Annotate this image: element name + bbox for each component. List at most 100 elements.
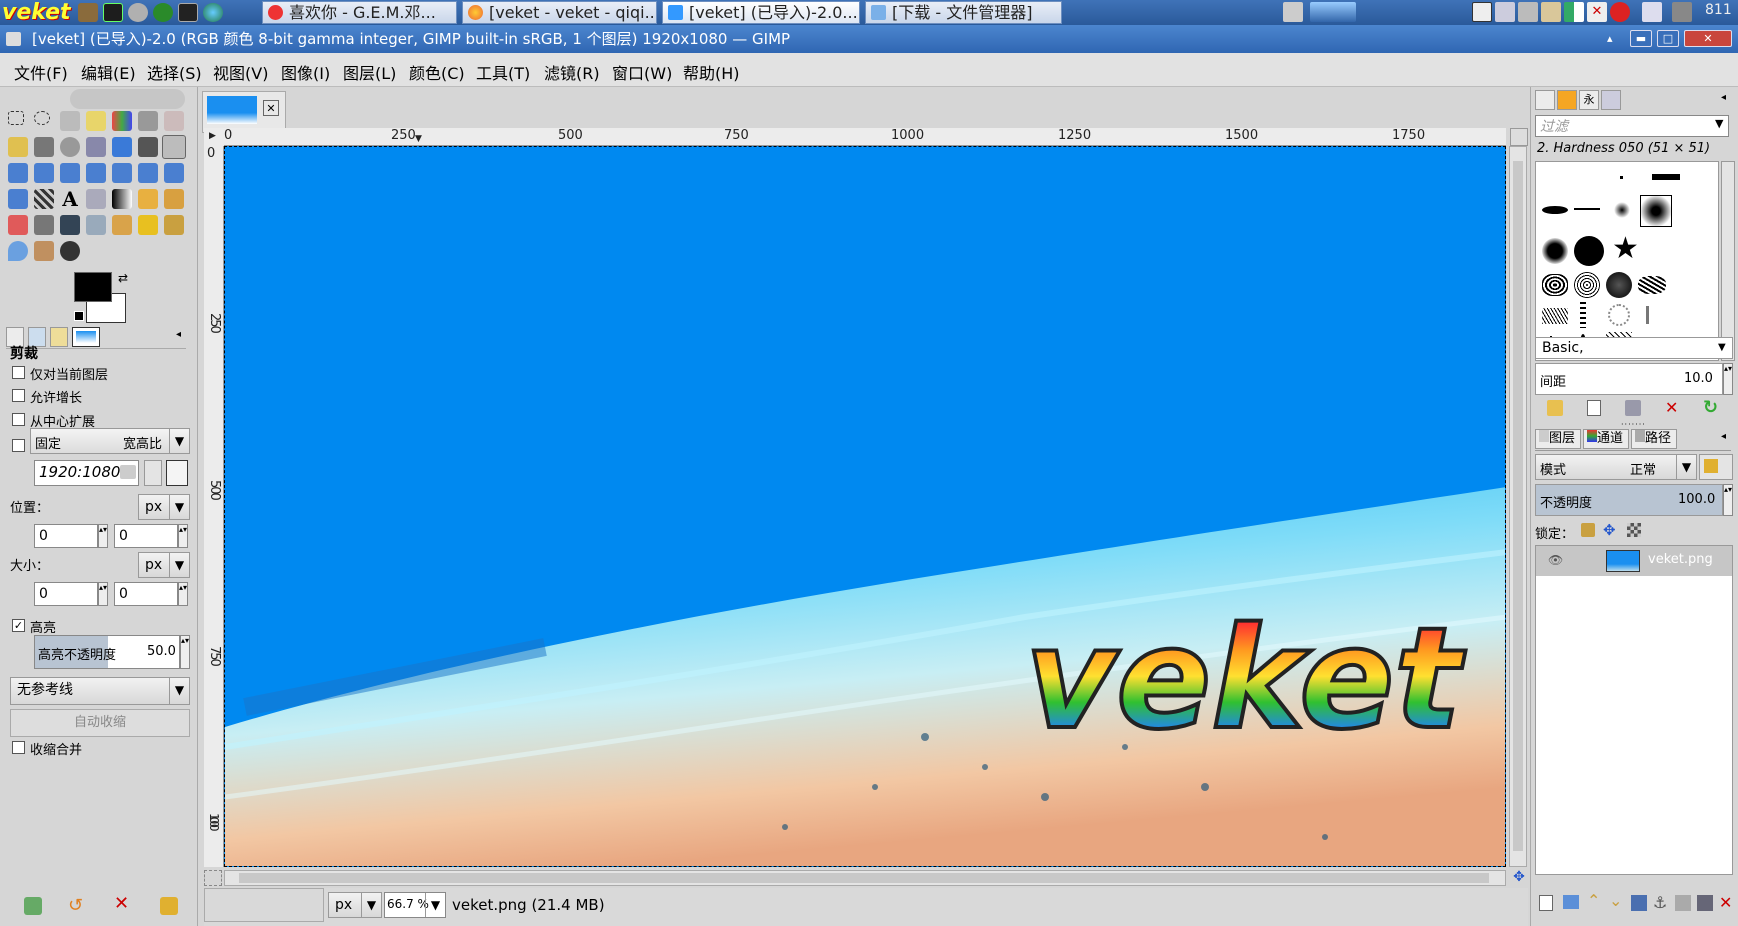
highlight-opacity-slider[interactable]: 高亮不透明度 50.0: [34, 635, 180, 669]
current-layer-only-checkbox[interactable]: [12, 366, 25, 379]
scale-tool-icon[interactable]: [60, 163, 80, 183]
vertical-ruler[interactable]: 0 250 500 750 1000: [204, 146, 224, 867]
warp-tool-icon[interactable]: [8, 189, 28, 209]
foreground-color-swatch[interactable]: [74, 272, 112, 302]
position-x-spinner[interactable]: ▴▾: [98, 524, 108, 548]
size-width-spinner[interactable]: ▴▾: [98, 582, 108, 606]
chevron-down-icon[interactable]: ▼: [1715, 117, 1723, 130]
menu-filters[interactable]: 滤镜(R): [544, 60, 600, 84]
chevron-down-icon[interactable]: ▼: [361, 893, 381, 917]
close-button[interactable]: ✕: [1684, 30, 1732, 47]
ruler-corner[interactable]: ▶: [204, 128, 224, 146]
brush-item[interactable]: [1542, 274, 1568, 296]
task-browser[interactable]: [veket - veket - qiqi...: [462, 1, 657, 24]
settings-icon[interactable]: [128, 3, 148, 22]
cage-tool-icon[interactable]: [164, 163, 184, 183]
save-options-icon[interactable]: [24, 897, 42, 915]
navigate-icon[interactable]: [1510, 128, 1528, 146]
landscape-icon[interactable]: [166, 460, 188, 486]
menu-layer[interactable]: 图层(L): [343, 60, 396, 84]
shrink-merged-checkbox[interactable]: [12, 741, 25, 754]
chevron-down-icon[interactable]: ▼: [169, 553, 189, 577]
new-layer-icon[interactable]: [1539, 895, 1553, 911]
foreground-select-tool-icon[interactable]: [164, 111, 184, 131]
duplicate-layer-icon[interactable]: [1631, 895, 1647, 911]
terminal-icon[interactable]: [178, 3, 198, 22]
clone-tool-icon[interactable]: [112, 215, 132, 235]
menu-edit[interactable]: 编辑(E): [81, 60, 136, 84]
wilber-drop-area[interactable]: [70, 89, 185, 109]
patterns-tab-icon[interactable]: [1557, 90, 1577, 110]
task-gimp[interactable]: [veket] (已导入)-2.0...: [662, 1, 860, 24]
menu-image[interactable]: 图像(I): [281, 60, 330, 84]
allow-growing-checkbox[interactable]: [12, 389, 25, 402]
position-unit-combo[interactable]: px ▼: [138, 494, 190, 520]
horizontal-ruler[interactable]: 0 250 500 750 1000 1250 1500 1750 ▼: [224, 128, 1506, 146]
play-icon[interactable]: [153, 3, 173, 22]
globe-icon[interactable]: [203, 3, 223, 22]
size-height-spinner[interactable]: ▴▾: [178, 582, 188, 606]
edit-brush-icon[interactable]: [1547, 400, 1563, 416]
new-layer-group-icon[interactable]: [1563, 895, 1579, 909]
delete-brush-icon[interactable]: ✕: [1665, 398, 1678, 417]
chevron-down-icon[interactable]: ▼: [169, 429, 189, 453]
menu-view[interactable]: 视图(V): [213, 60, 268, 84]
keyboard-icon[interactable]: [1472, 2, 1492, 22]
window-titlebar[interactable]: [veket] (已导入)-2.0 (RGB 颜色 8-bit gamma in…: [0, 25, 1738, 53]
zoom-navigate-icon[interactable]: ✥: [1510, 869, 1528, 887]
layer-mask-icon[interactable]: [1697, 895, 1713, 911]
chevron-down-icon[interactable]: ▼: [1676, 455, 1696, 479]
clipboard-icon[interactable]: [1541, 2, 1561, 22]
dock-configure-icon[interactable]: ◂: [1721, 92, 1726, 103]
rect-select-tool-icon[interactable]: [8, 111, 24, 125]
document-history-tab-icon[interactable]: [1601, 90, 1621, 110]
chevron-down-icon[interactable]: ▼: [169, 495, 189, 519]
phone-icon[interactable]: [1642, 2, 1662, 22]
brush-item[interactable]: [1574, 236, 1604, 266]
menu-file[interactable]: 文件(F): [14, 60, 68, 84]
delete-options-icon[interactable]: ✕: [114, 893, 129, 914]
vertical-scrollbar[interactable]: [1509, 146, 1527, 867]
brush-grid[interactable]: ★: [1535, 161, 1719, 361]
refresh-brushes-icon[interactable]: ↻: [1703, 397, 1718, 418]
perspective-tool-icon[interactable]: [112, 163, 132, 183]
auto-shrink-button[interactable]: 自动收缩: [10, 709, 190, 737]
layer-row[interactable]: 👁 veket.png: [1536, 546, 1732, 576]
maximize-button[interactable]: □: [1657, 30, 1679, 47]
zoom-tool-icon[interactable]: [60, 137, 80, 157]
color-picker-tool-icon[interactable]: [34, 137, 54, 157]
menu-colors[interactable]: 颜色(C): [409, 60, 465, 84]
quick-mask-icon[interactable]: [204, 870, 222, 886]
new-brush-icon[interactable]: [1587, 400, 1601, 416]
menu-help[interactable]: 帮助(H): [683, 60, 740, 84]
close-tab-icon[interactable]: ✕: [263, 100, 279, 116]
brush-item[interactable]: [1542, 308, 1568, 324]
tab-layers[interactable]: 图层: [1535, 429, 1581, 449]
delete-layer-icon[interactable]: ✕: [1719, 893, 1732, 912]
image-tab[interactable]: ✕: [202, 91, 286, 133]
opacity-spinner[interactable]: ▴▾: [1723, 484, 1733, 516]
printer-icon[interactable]: [1283, 2, 1303, 22]
perspective-clone-tool-icon[interactable]: [164, 215, 184, 235]
scissors-tool-icon[interactable]: [138, 111, 158, 131]
minimize-button[interactable]: ▬: [1630, 30, 1652, 47]
brush-item[interactable]: [1542, 238, 1568, 264]
network-signal-icon[interactable]: [1564, 2, 1584, 22]
brush-item[interactable]: [1652, 174, 1680, 180]
brush-item[interactable]: [1638, 276, 1666, 294]
star-brush-icon[interactable]: ★: [1612, 234, 1639, 264]
lock-pixels-icon[interactable]: [1581, 523, 1595, 537]
blur-tool-icon[interactable]: [8, 241, 28, 261]
brush-item[interactable]: [1580, 302, 1586, 328]
raise-layer-icon[interactable]: ⌃: [1587, 891, 1600, 910]
eraser-tool-icon[interactable]: [8, 215, 28, 235]
position-x-input[interactable]: 0: [34, 524, 98, 548]
expand-from-center-checkbox[interactable]: [12, 413, 25, 426]
reset-options-icon[interactable]: [160, 897, 178, 915]
pencil-tool-icon[interactable]: [138, 189, 158, 209]
gimp-window-icon[interactable]: [6, 32, 21, 46]
move-tool-icon[interactable]: [112, 137, 132, 157]
zoom-combo[interactable]: 66.7 % ▼: [384, 892, 446, 918]
vertical-scroll-thumb[interactable]: [1513, 161, 1523, 851]
screen-icon[interactable]: [1672, 2, 1692, 22]
